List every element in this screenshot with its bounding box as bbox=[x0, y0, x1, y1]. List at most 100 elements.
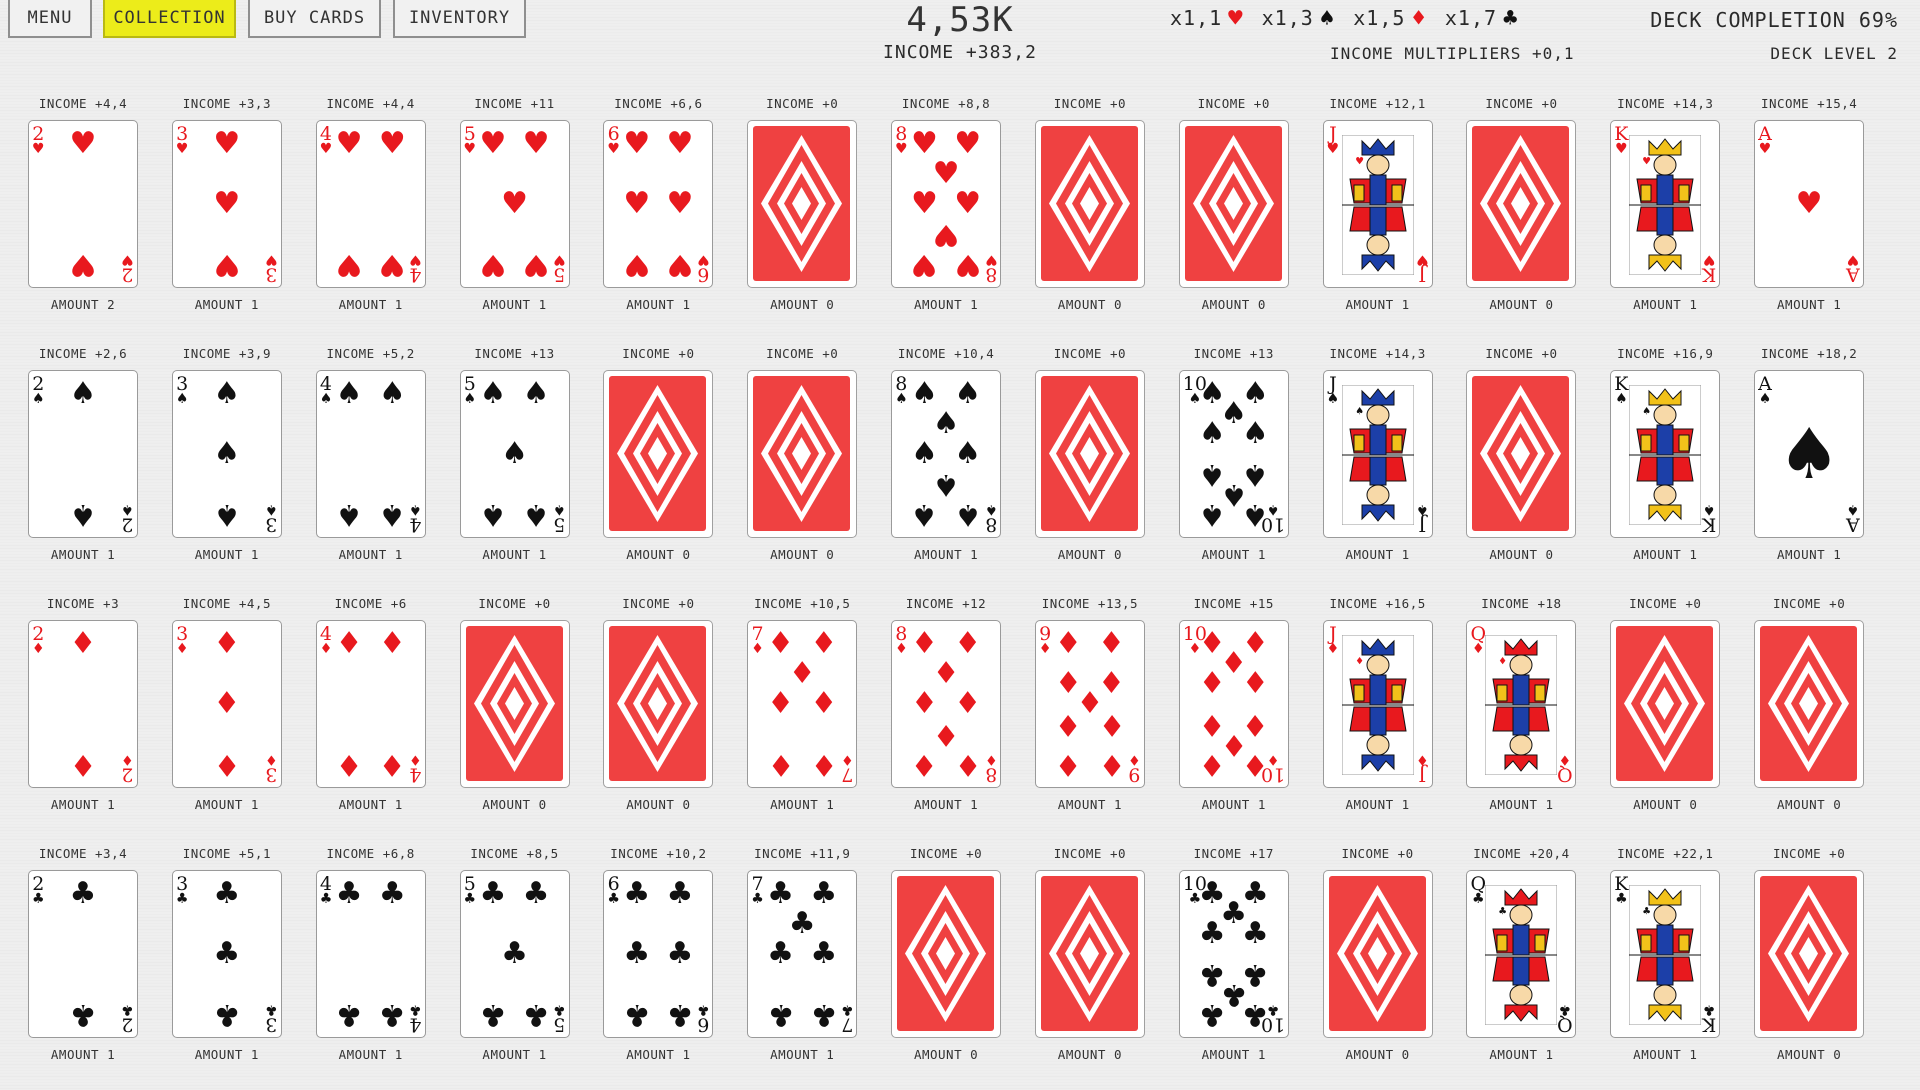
card-back[interactable] bbox=[1034, 120, 1145, 288]
card-corner-index: 2 ♦ bbox=[121, 751, 134, 785]
playing-card-a-hearts[interactable]: A ♥ A ♥ ♥ bbox=[1754, 120, 1865, 288]
hearts-icon: ♥ bbox=[378, 126, 406, 162]
diamonds-icon: ♦ bbox=[409, 750, 422, 767]
spades-icon: ♠ bbox=[1777, 413, 1841, 495]
playing-card-j-spades[interactable]: J ♠ J ♠ ♠ bbox=[1322, 370, 1433, 538]
clubs-icon: ♣ bbox=[479, 876, 507, 912]
playing-card-5-hearts[interactable]: 5 ♥ 5 ♥ ♥ ♥ ♥ ♥ ♥ bbox=[459, 120, 570, 288]
playing-card-3-hearts[interactable]: 3 ♥ 3 ♥ ♥ ♥ ♥ bbox=[171, 120, 282, 288]
playing-card-6-hearts[interactable]: 6 ♥ 6 ♥ ♥ ♥ ♥ ♥ ♥ ♥ bbox=[603, 120, 714, 288]
card-amount: AMOUNT 0 bbox=[482, 797, 547, 812]
card-income: INCOME +0 bbox=[1629, 596, 1702, 611]
card-income: INCOME +11 bbox=[474, 96, 555, 111]
playing-card-k-spades[interactable]: K ♠ K ♠ ♠ bbox=[1610, 370, 1721, 538]
diamonds-icon: ♦ bbox=[895, 641, 908, 658]
card-corner-index: J ♥ bbox=[1327, 124, 1340, 156]
spades-icon: ♠ bbox=[1241, 416, 1269, 452]
inventory-tab[interactable]: INVENTORY bbox=[393, 0, 526, 38]
card-back[interactable] bbox=[459, 620, 570, 788]
diamonds-icon: ♦ bbox=[767, 626, 795, 662]
card-back[interactable] bbox=[603, 370, 714, 538]
playing-card-a-spades[interactable]: A ♠ A ♠ ♠ bbox=[1754, 370, 1865, 538]
card-back[interactable] bbox=[1034, 870, 1145, 1038]
playing-card-7-diamonds[interactable]: 7 ♦ 7 ♦ ♦ ♦ ♦ ♦ ♦ ♦ ♦ bbox=[747, 620, 858, 788]
card-income: INCOME +0 bbox=[1341, 846, 1414, 861]
playing-card-q-diamonds[interactable]: Q ♦ Q ♦ ♦ bbox=[1466, 620, 1577, 788]
playing-card-6-clubs[interactable]: 6 ♣ 6 ♣ ♣ ♣ ♣ ♣ ♣ ♣ bbox=[603, 870, 714, 1038]
playing-card-j-diamonds[interactable]: J ♦ J ♦ ♦ bbox=[1322, 620, 1433, 788]
card-slot-2-clubs: INCOME +3,4 2 ♣ 2 ♣ ♣ ♣ AMOUNT 1 bbox=[28, 840, 172, 1090]
playing-card-j-hearts[interactable]: J ♥ J ♥ ♥ bbox=[1322, 120, 1433, 288]
clubs-icon: ♣ bbox=[607, 891, 620, 908]
playing-card-4-hearts[interactable]: 4 ♥ 4 ♥ ♥ ♥ ♥ ♥ bbox=[315, 120, 426, 288]
playing-card-10-clubs[interactable]: 10 ♣ 10 ♣ ♣ ♣ ♣ ♣ ♣ ♣ ♣ ♣ ♣ ♣ bbox=[1178, 870, 1289, 1038]
playing-card-10-spades[interactable]: 10 ♠ 10 ♠ ♠ ♠ ♠ ♠ ♠ ♠ ♠ ♠ ♠ ♠ bbox=[1178, 370, 1289, 538]
playing-card-7-clubs[interactable]: 7 ♣ 7 ♣ ♣ ♣ ♣ ♣ ♣ ♣ ♣ bbox=[747, 870, 858, 1038]
card-back[interactable] bbox=[747, 120, 858, 288]
playing-card-8-spades[interactable]: 8 ♠ 8 ♠ ♠ ♠ ♠ ♠ ♠ ♠ ♠ ♠ bbox=[891, 370, 1002, 538]
card-slot-8-clubs: INCOME +0 AMOUNT 0 bbox=[891, 840, 1035, 1090]
card-back[interactable] bbox=[1610, 620, 1721, 788]
clubs-icon: ♣ bbox=[378, 876, 406, 912]
diamonds-icon: ♦ bbox=[840, 750, 854, 767]
playing-card-4-diamonds[interactable]: 4 ♦ 4 ♦ ♦ ♦ ♦ ♦ bbox=[315, 620, 426, 788]
card-back[interactable] bbox=[1034, 370, 1145, 538]
card-corner-index: 2 ♥ bbox=[32, 124, 45, 156]
playing-card-2-clubs[interactable]: 2 ♣ 2 ♣ ♣ ♣ bbox=[28, 870, 138, 1038]
playing-card-k-clubs[interactable]: K ♣ K ♣ ♣ bbox=[1610, 870, 1721, 1038]
spades-icon: ♠ bbox=[1326, 391, 1340, 408]
diamonds-icon: ♦ bbox=[32, 641, 45, 658]
card-rank: 3 bbox=[265, 513, 278, 535]
card-amount: AMOUNT 1 bbox=[1345, 297, 1410, 312]
playing-card-5-clubs[interactable]: 5 ♣ 5 ♣ ♣ ♣ ♣ ♣ ♣ bbox=[459, 870, 570, 1038]
card-back[interactable] bbox=[1754, 870, 1865, 1038]
card-back[interactable] bbox=[1466, 370, 1577, 538]
playing-card-9-diamonds[interactable]: 9 ♦ 9 ♦ ♦ ♦ ♦ ♦ ♦ ♦ ♦ ♦ ♦ bbox=[1034, 620, 1145, 788]
hearts-icon: ♥ bbox=[1758, 141, 1772, 158]
playing-card-3-spades[interactable]: 3 ♠ 3 ♠ ♠ ♠ ♠ bbox=[171, 370, 282, 538]
card-rank: 3 bbox=[265, 263, 278, 285]
playing-card-3-diamonds[interactable]: 3 ♦ 3 ♦ ♦ ♦ ♦ bbox=[171, 620, 282, 788]
playing-card-8-hearts[interactable]: 8 ♥ 8 ♥ ♥ ♥ ♥ ♥ ♥ ♥ ♥ ♥ bbox=[891, 120, 1002, 288]
playing-card-q-clubs[interactable]: Q ♣ Q ♣ ♣ bbox=[1466, 870, 1577, 1038]
spades-icon: ♠ bbox=[335, 496, 363, 532]
card-amount: AMOUNT 0 bbox=[1057, 547, 1123, 562]
card-back[interactable] bbox=[1322, 870, 1433, 1038]
card-rank: K bbox=[1702, 513, 1717, 535]
playing-card-3-clubs[interactable]: 3 ♣ 3 ♣ ♣ ♣ ♣ bbox=[171, 870, 282, 1038]
multiplier-value: x1,5 bbox=[1353, 6, 1406, 30]
spades-icon: ♠ bbox=[911, 376, 938, 412]
diamonds-icon: ♦ bbox=[1098, 746, 1125, 782]
hearts-icon: ♥ bbox=[1228, 4, 1244, 32]
card-income: INCOME +4,4 bbox=[326, 96, 415, 111]
card-corner-index: 4 ♣ bbox=[320, 874, 333, 906]
playing-card-8-diamonds[interactable]: 8 ♦ 8 ♦ ♦ ♦ ♦ ♦ ♦ ♦ ♦ ♦ bbox=[891, 620, 1002, 788]
card-corner-index: 6 ♥ bbox=[607, 124, 620, 156]
card-back[interactable] bbox=[747, 370, 858, 538]
card-back[interactable] bbox=[1178, 120, 1289, 288]
clubs-icon: ♣ bbox=[1503, 4, 1519, 32]
svg-text:♠: ♠ bbox=[1643, 404, 1650, 418]
playing-card-10-diamonds[interactable]: 10 ♦ 10 ♦ ♦ ♦ ♦ ♦ ♦ ♦ ♦ ♦ ♦ ♦ bbox=[1178, 620, 1289, 788]
playing-card-2-spades[interactable]: 2 ♠ 2 ♠ ♠ ♠ bbox=[28, 370, 138, 538]
card-income: INCOME +0 bbox=[1197, 96, 1270, 111]
menu-button[interactable]: MENU bbox=[8, 0, 92, 38]
card-back[interactable] bbox=[891, 870, 1002, 1038]
playing-card-5-spades[interactable]: 5 ♠ 5 ♠ ♠ ♠ ♠ ♠ ♠ bbox=[459, 370, 570, 538]
card-corner-index: A ♥ bbox=[1846, 251, 1860, 285]
hearts-icon: ♥ bbox=[623, 126, 651, 162]
card-corner-index: J ♠ bbox=[1416, 501, 1429, 535]
playing-card-2-diamonds[interactable]: 2 ♦ 2 ♦ ♦ ♦ bbox=[28, 620, 138, 788]
collection-tab[interactable]: COLLECTION bbox=[103, 0, 236, 38]
card-back[interactable] bbox=[603, 620, 714, 788]
playing-card-4-spades[interactable]: 4 ♠ 4 ♠ ♠ ♠ ♠ ♠ bbox=[315, 370, 426, 538]
playing-card-2-hearts[interactable]: 2 ♥ 2 ♥ ♥ ♥ bbox=[28, 120, 138, 288]
playing-card-k-hearts[interactable]: K ♥ K ♥ ♥ bbox=[1610, 120, 1721, 288]
card-back[interactable] bbox=[1754, 620, 1865, 788]
card-slot-q-hearts: INCOME +0 AMOUNT 0 bbox=[1466, 90, 1610, 340]
diamonds-icon: ♦ bbox=[1198, 666, 1226, 702]
card-rank: 4 bbox=[409, 1013, 422, 1035]
buy-cards-tab[interactable]: BUY CARDS bbox=[248, 0, 381, 38]
card-back[interactable] bbox=[1466, 120, 1577, 288]
playing-card-4-clubs[interactable]: 4 ♣ 4 ♣ ♣ ♣ ♣ ♣ bbox=[315, 870, 426, 1038]
